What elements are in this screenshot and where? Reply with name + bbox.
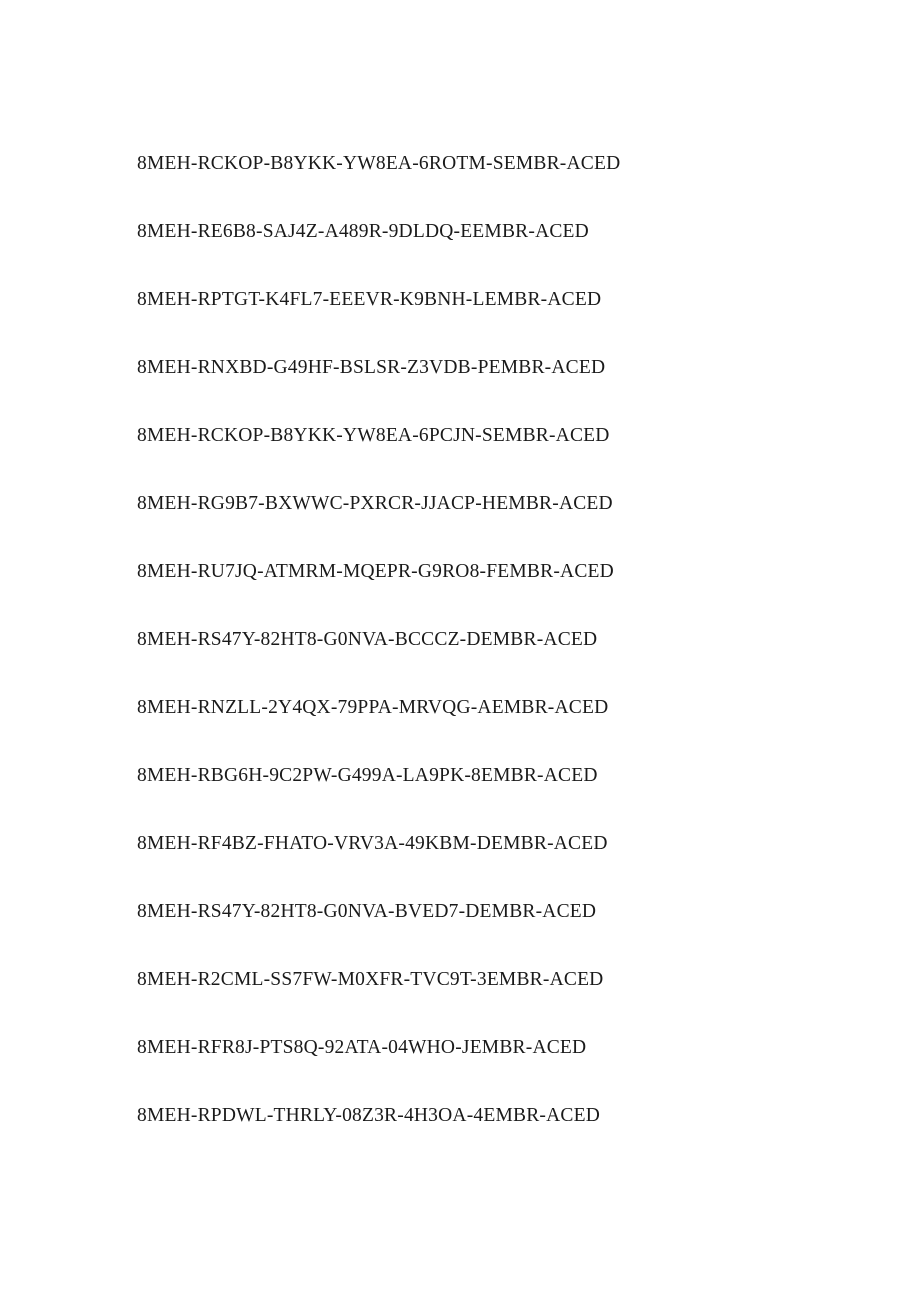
list-item: 8MEH-RPTGT-K4FL7-EEEVR-K9BNH-LEMBR-ACED [137,289,602,310]
list-item: 8MEH-RG9B7-BXWWC-PXRCR-JJACP-HEMBR-ACED [137,493,613,514]
list-item: 8MEH-RF4BZ-FHATO-VRV3A-49KBM-DEMBR-ACED [137,833,608,854]
list-item: 8MEH-RE6B8-SAJ4Z-A489R-9DLDQ-EEMBR-ACED [137,221,589,242]
license-key-list: 8MEH-RCKOP-B8YKK-YW8EA-6ROTM-SEMBR-ACED … [137,150,837,1170]
list-item: 8MEH-RFR8J-PTS8Q-92ATA-04WHO-JEMBR-ACED [137,1037,587,1058]
list-item: 8MEH-R2CML-SS7FW-M0XFR-TVC9T-3EMBR-ACED [137,969,604,990]
list-item: 8MEH-RNXBD-G49HF-BSLSR-Z3VDB-PEMBR-ACED [137,357,606,378]
document-page: 8MEH-RCKOP-B8YKK-YW8EA-6ROTM-SEMBR-ACED … [0,0,920,1302]
list-item: 8MEH-RU7JQ-ATMRM-MQEPR-G9RO8-FEMBR-ACED [137,561,614,582]
list-item: 8MEH-RCKOP-B8YKK-YW8EA-6ROTM-SEMBR-ACED [137,153,621,174]
list-item: 8MEH-RBG6H-9C2PW-G499A-LA9PK-8EMBR-ACED [137,765,598,786]
list-item: 8MEH-RCKOP-B8YKK-YW8EA-6PCJN-SEMBR-ACED [137,425,610,446]
list-item: 8MEH-RPDWL-THRLY-08Z3R-4H3OA-4EMBR-ACED [137,1105,600,1126]
list-item: 8MEH-RS47Y-82HT8-G0NVA-BVED7-DEMBR-ACED [137,901,597,922]
list-item: 8MEH-RNZLL-2Y4QX-79PPA-MRVQG-AEMBR-ACED [137,697,609,718]
list-item: 8MEH-RS47Y-82HT8-G0NVA-BCCCZ-DEMBR-ACED [137,629,598,650]
